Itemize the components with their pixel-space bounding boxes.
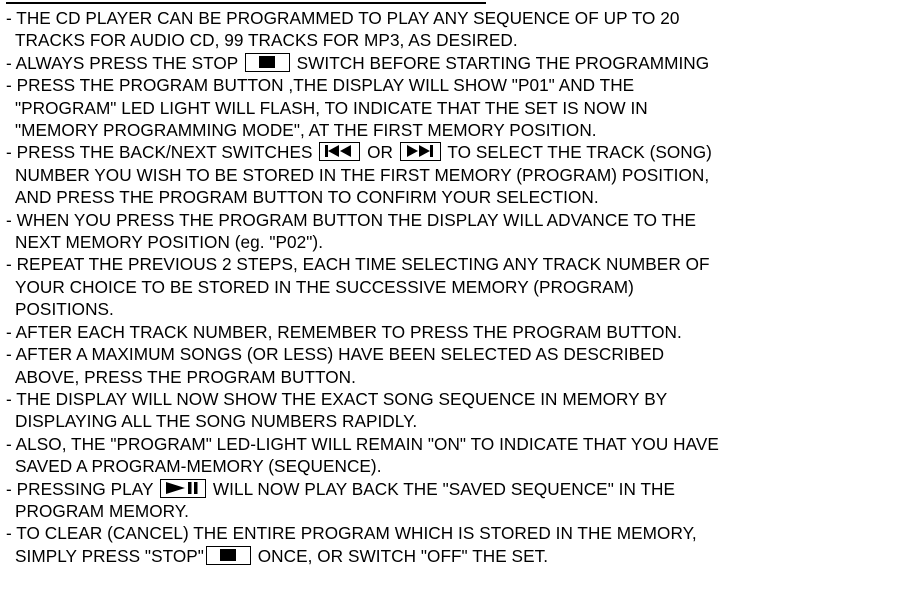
top-rule [6, 2, 486, 4]
paragraph-remember-program: - AFTER EACH TRACK NUMBER, REMEMBER TO P… [6, 321, 902, 343]
text-line: "PROGRAM" LED LIGHT WILL FLASH, TO INDIC… [15, 97, 648, 118]
text-line: DISPLAYING ALL THE SONG NUMBERS RAPIDLY. [15, 411, 418, 432]
text-line: - THE CD PLAYER CAN BE PROGRAMMED TO PLA… [6, 8, 680, 28]
text-line: SAVED A PROGRAM-MEMORY (SEQUENCE). [15, 456, 382, 477]
text-line: ABOVE, PRESS THE PROGRAM BUTTON. [15, 366, 356, 387]
paragraph-display-advance: - WHEN YOU PRESS THE PROGRAM BUTTON THE … [6, 209, 902, 254]
text-line: YOUR CHOICE TO BE STORED IN THE SUCCESSI… [15, 276, 634, 297]
text-segment: - PRESS THE BACK/NEXT SWITCHES [6, 142, 318, 163]
paragraph-led-on: - ALSO, THE "PROGRAM" LED-LIGHT WILL REM… [6, 433, 902, 478]
text-line: - ALSO, THE "PROGRAM" LED-LIGHT WILL REM… [6, 433, 719, 454]
skip-back-icon [319, 142, 361, 162]
paragraph-repeat-steps: - REPEAT THE PREVIOUS 2 STEPS, EACH TIME… [6, 253, 902, 320]
text-line: - AFTER EACH TRACK NUMBER, REMEMBER TO P… [6, 321, 682, 342]
text-segment: OR [362, 142, 398, 163]
document-body: - THE CD PLAYER CAN BE PROGRAMMED TO PLA… [6, 7, 902, 567]
play-pause-icon [160, 478, 207, 498]
stop-icon [244, 52, 290, 72]
paragraph-press-play: - PRESSING PLAY WILL NOW PLAY BACK THE "… [6, 478, 902, 523]
text-segment: SWITCH BEFORE STARTING THE PROGRAMMING [296, 52, 710, 73]
text-segment: WILL NOW PLAY BACK THE "SAVED SEQUENCE" … [208, 478, 675, 499]
text-line: - WHEN YOU PRESS THE PROGRAM BUTTON THE … [6, 209, 697, 230]
text-line: NEXT MEMORY POSITION (eg. "P02"). [15, 232, 324, 253]
text-line: - AFTER A MAXIMUM SONGS (OR LESS) HAVE B… [6, 344, 665, 365]
paragraph-programming-capacity: - THE CD PLAYER CAN BE PROGRAMMED TO PLA… [6, 7, 902, 52]
paragraph-show-sequence: - THE DISPLAY WILL NOW SHOW THE EXACT SO… [6, 388, 902, 433]
text-line: POSITIONS. [15, 299, 114, 320]
paragraph-press-program: - PRESS THE PROGRAM BUTTON ,THE DISPLAY … [6, 74, 902, 141]
paragraph-press-stop: - ALWAYS PRESS THE STOP SWITCH BEFORE ST… [6, 52, 902, 74]
text-segment: ONCE, OR SWITCH "OFF" THE SET. [252, 545, 549, 566]
text-line: PROGRAM MEMORY. [15, 500, 189, 521]
text-segment: SIMPLY PRESS "STOP" [15, 545, 204, 566]
text-line: - PRESS THE BACK/NEXT SWITCHES OR TO SEL… [6, 141, 902, 163]
paragraph-maximum-songs: - AFTER A MAXIMUM SONGS (OR LESS) HAVE B… [6, 343, 902, 388]
paragraph-clear-program: - TO CLEAR (CANCEL) THE ENTIRE PROGRAM W… [6, 522, 902, 567]
text-line: NUMBER YOU WISH TO BE STORED IN THE FIRS… [15, 164, 710, 185]
text-line: - THE DISPLAY WILL NOW SHOW THE EXACT SO… [6, 388, 668, 409]
text-line: AND PRESS THE PROGRAM BUTTON TO CONFIRM … [15, 187, 599, 208]
text-line: - REPEAT THE PREVIOUS 2 STEPS, EACH TIME… [6, 254, 710, 275]
text-segment: - ALWAYS PRESS THE STOP [6, 52, 243, 73]
text-line: TRACKS FOR AUDIO CD, 99 TRACKS FOR MP3, … [15, 30, 518, 51]
paragraph-select-track: - PRESS THE BACK/NEXT SWITCHES OR TO SEL… [6, 141, 902, 208]
text-line: "MEMORY PROGRAMMING MODE", AT THE FIRST … [15, 120, 597, 141]
text-line: - TO CLEAR (CANCEL) THE ENTIRE PROGRAM W… [6, 523, 697, 544]
text-segment: - PRESSING PLAY [6, 478, 159, 499]
text-line: - ALWAYS PRESS THE STOP SWITCH BEFORE ST… [6, 52, 902, 74]
text-line: - PRESSING PLAY WILL NOW PLAY BACK THE "… [6, 478, 902, 500]
skip-next-icon [399, 142, 441, 162]
stop-icon [205, 545, 251, 565]
text-line: SIMPLY PRESS "STOP" ONCE, OR SWITCH "OFF… [6, 545, 902, 567]
text-line: - PRESS THE PROGRAM BUTTON ,THE DISPLAY … [6, 75, 635, 96]
text-segment: TO SELECT THE TRACK (SONG) [442, 142, 712, 163]
